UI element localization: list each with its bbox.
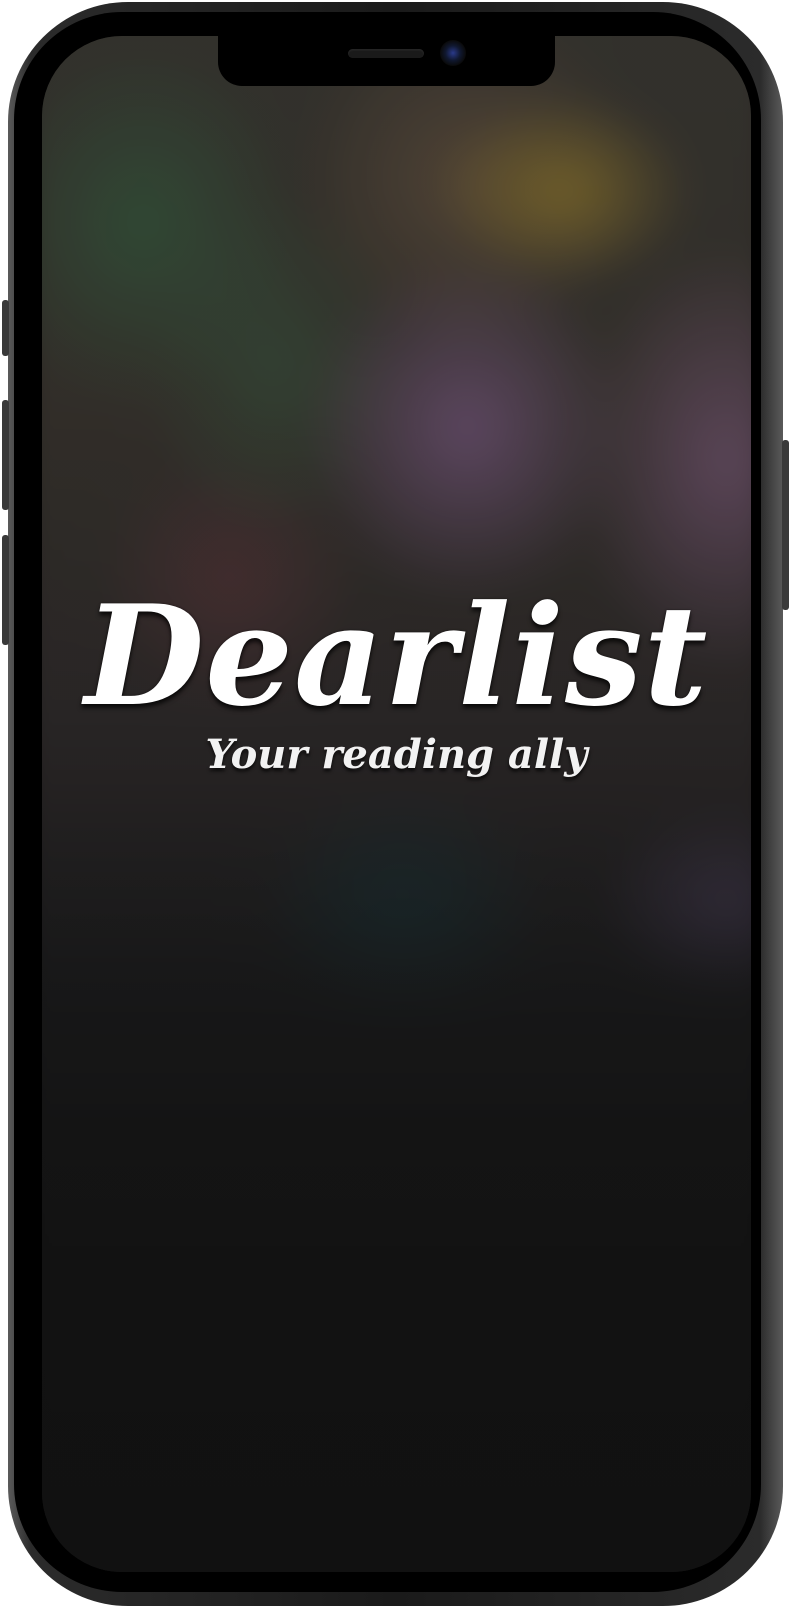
background-overlay <box>42 36 751 1572</box>
volume-up-button <box>2 400 9 510</box>
splash-screen: Dearlist Your reading ally <box>42 36 751 1572</box>
notch <box>218 36 555 86</box>
app-tagline: Your reading ally <box>205 731 588 778</box>
silent-switch <box>2 300 9 356</box>
app-title: Dearlist <box>84 574 709 737</box>
app-branding: Dearlist Your reading ally <box>42 576 751 780</box>
front-camera-icon <box>440 40 466 66</box>
earpiece-speaker-icon <box>348 49 424 58</box>
volume-down-button <box>2 535 9 645</box>
power-button <box>782 440 789 610</box>
